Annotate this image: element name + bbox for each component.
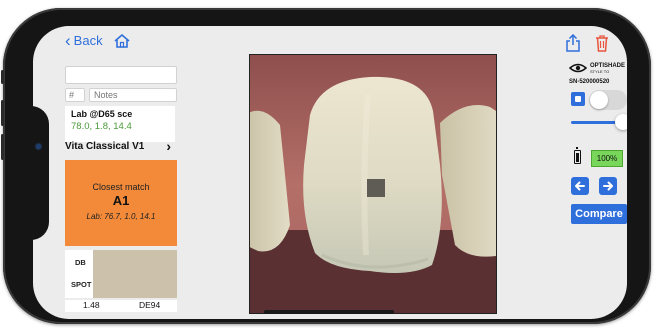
shade-guide-selector[interactable]: Vita Classical V1 › bbox=[65, 138, 175, 154]
name-input[interactable] bbox=[65, 66, 177, 84]
eye-logo-icon bbox=[568, 60, 588, 78]
spot-label: SPOT bbox=[71, 280, 92, 289]
brightness-slider[interactable] bbox=[571, 114, 627, 130]
nav-bar: ‹ Back bbox=[65, 32, 131, 49]
sample-spot-marker[interactable] bbox=[367, 179, 385, 197]
chevron-left-icon[interactable]: ‹ bbox=[65, 32, 71, 49]
delta-e-row: 1.48 DE94 bbox=[65, 300, 177, 312]
trash-icon[interactable] bbox=[595, 34, 609, 52]
brand-logo: OPTISHADE STYLE TO bbox=[568, 60, 626, 78]
comparison-swatch-area: DB SPOT bbox=[65, 250, 177, 298]
side-button bbox=[1, 100, 4, 126]
share-icon[interactable] bbox=[565, 33, 581, 52]
number-input[interactable] bbox=[65, 88, 85, 102]
battery-percent: 100% bbox=[591, 150, 623, 167]
home-icon[interactable] bbox=[113, 33, 131, 49]
notes-input[interactable] bbox=[89, 88, 177, 102]
db-label: DB bbox=[75, 258, 86, 267]
closest-match-lab: Lab: 76.7, 1.0, 14.1 bbox=[86, 212, 156, 221]
color-swatch bbox=[93, 250, 177, 298]
arrow-left-icon[interactable] bbox=[571, 177, 589, 195]
back-button[interactable]: Back bbox=[74, 33, 103, 48]
lab-title: Lab @D65 sce bbox=[71, 109, 133, 119]
home-indicator[interactable] bbox=[264, 310, 394, 314]
side-button bbox=[1, 70, 4, 84]
lab-values: 78.0, 1.8, 14.4 bbox=[71, 121, 132, 132]
lab-readout: Lab @D65 sce 78.0, 1.8, 14.4 bbox=[65, 106, 175, 142]
side-button bbox=[1, 134, 4, 160]
de-value: 1.48 bbox=[83, 300, 100, 310]
front-camera bbox=[36, 144, 41, 149]
phone-frame: ‹ Back # Notes Lab @D65 sce 78.0, 1.8, 1… bbox=[1, 8, 651, 324]
closest-match-heading: Closest match bbox=[92, 182, 150, 192]
brand-name: OPTISHADE STYLE TO bbox=[590, 63, 626, 74]
camera-icon[interactable] bbox=[571, 92, 585, 106]
arrow-right-icon[interactable] bbox=[599, 177, 617, 195]
battery-fill bbox=[576, 153, 579, 162]
de-label: DE94 bbox=[139, 300, 161, 310]
toggle-switch[interactable] bbox=[589, 90, 627, 110]
screen: ‹ Back # Notes Lab @D65 sce 78.0, 1.8, 1… bbox=[33, 26, 627, 319]
notch bbox=[33, 106, 49, 240]
toggle-knob bbox=[590, 91, 608, 109]
battery-icon bbox=[574, 147, 581, 164]
serial-number: SN-520000520 bbox=[569, 79, 610, 85]
closest-match-card: Closest match A1 Lab: 76.7, 1.0, 14.1 bbox=[65, 160, 177, 246]
slider-thumb[interactable] bbox=[615, 114, 627, 130]
compare-button[interactable]: Compare bbox=[571, 204, 627, 224]
chevron-right-icon: › bbox=[166, 138, 171, 154]
shade-guide-label: Vita Classical V1 bbox=[65, 140, 145, 152]
closest-match-shade: A1 bbox=[112, 193, 130, 208]
